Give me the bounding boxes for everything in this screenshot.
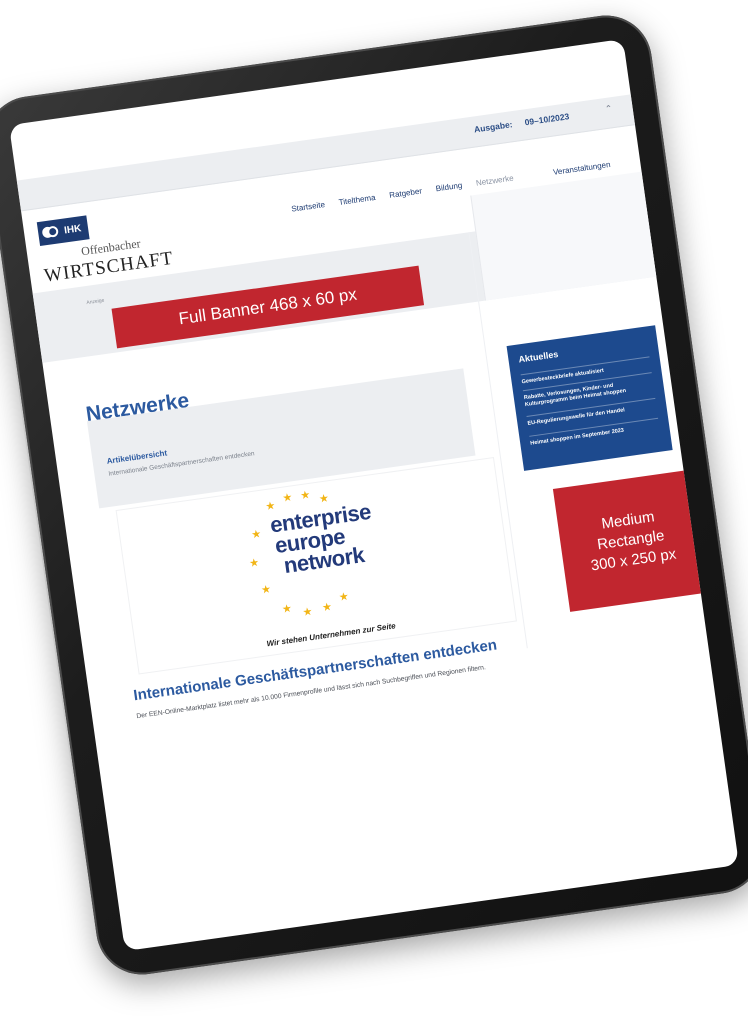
nav-item-titelthema[interactable]: Titelthema — [338, 193, 376, 207]
chevron-down-icon[interactable]: ⌃ — [604, 103, 613, 115]
nav-item-netzwerke[interactable]: Netzwerke — [475, 174, 514, 188]
news-heading: Aktuelles — [517, 349, 559, 365]
star-icon: ★ — [321, 600, 333, 615]
news-box: Aktuelles Gewerbesteckbriefe aktualisier… — [506, 325, 673, 471]
ihk-logo-icon — [41, 224, 61, 240]
star-icon: ★ — [338, 590, 350, 604]
ihk-label: IHK — [63, 222, 83, 236]
star-icon: ★ — [281, 602, 293, 616]
tablet-device: Ausgabe: 09–10/2023 ⌃ IHK Offenbacher WI… — [0, 9, 748, 981]
issue-value: 09–10/2023 — [523, 111, 570, 128]
medium-rectangle-ad[interactable]: Medium Rectangle 300 x 250 px — [552, 469, 709, 612]
star-icon: ★ — [299, 488, 312, 503]
issue-label: Ausgabe: — [473, 119, 514, 135]
ihk-badge: IHK — [36, 215, 90, 247]
star-icon: ★ — [250, 528, 263, 542]
nav-item-bildung[interactable]: Bildung — [435, 181, 463, 194]
star-icon: ★ — [260, 583, 272, 597]
issue-selector[interactable]: Ausgabe: 09–10/2023 — [473, 111, 569, 134]
nav-item-startseite[interactable]: Startseite — [291, 200, 326, 214]
nav-item-veranstaltungen[interactable]: Veranstaltungen — [552, 160, 611, 177]
nav-item-ratgeber[interactable]: Ratgeber — [389, 186, 423, 199]
ad-label: Anzeige — [86, 297, 105, 307]
star-icon: ★ — [248, 556, 261, 570]
star-icon: ★ — [301, 605, 314, 620]
een-logo: enterprise europe network — [268, 498, 406, 578]
star-icon: ★ — [281, 491, 294, 505]
site-logo[interactable]: IHK Offenbacher WIRTSCHAFT — [36, 204, 175, 287]
tablet-screen: Ausgabe: 09–10/2023 ⌃ IHK Offenbacher WI… — [8, 38, 740, 952]
header-right-panel — [470, 171, 657, 301]
een-tagline: Wir stehen Unternehmen zur Seite — [266, 621, 397, 649]
